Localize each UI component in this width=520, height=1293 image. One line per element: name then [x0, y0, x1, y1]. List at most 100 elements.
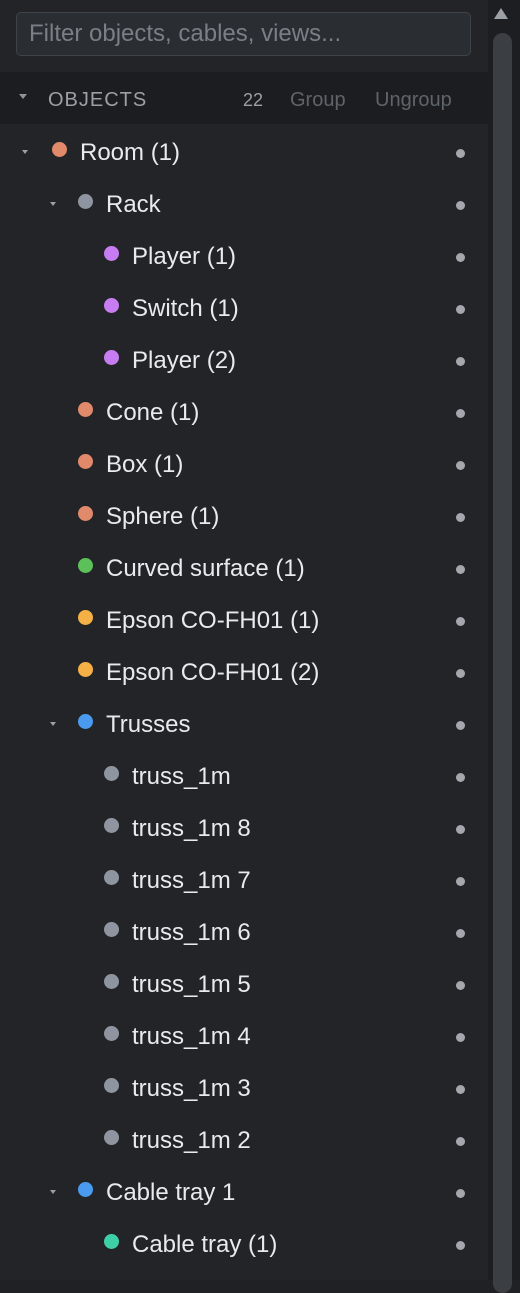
color-dot-icon: [104, 350, 119, 365]
visibility-dot-icon[interactable]: [456, 1085, 465, 1094]
color-dot-icon: [78, 506, 93, 521]
color-dot-icon: [52, 142, 67, 157]
tree-item[interactable]: Cone (1): [0, 388, 488, 440]
search-bar: [0, 0, 488, 70]
visibility-dot-icon[interactable]: [456, 149, 465, 158]
tree-item-label: truss_1m: [132, 763, 231, 790]
visibility-dot-icon[interactable]: [456, 1189, 465, 1198]
visibility-dot-icon[interactable]: [456, 513, 465, 522]
color-dot-icon: [78, 194, 93, 209]
tree-item[interactable]: Sphere (1): [0, 492, 488, 544]
color-dot-icon: [78, 714, 93, 729]
tree-item-label: Rack: [106, 191, 161, 218]
color-dot-icon: [78, 662, 93, 677]
tree-item-label: Epson CO-FH01 (1): [106, 607, 320, 634]
tree-item[interactable]: truss_1m 4: [0, 1012, 488, 1064]
visibility-dot-icon[interactable]: [456, 461, 465, 470]
color-dot-icon: [104, 870, 119, 885]
tree-item[interactable]: Box (1): [0, 440, 488, 492]
tree-item[interactable]: truss_1m 6: [0, 908, 488, 960]
tree-item[interactable]: Epson CO-FH01 (2): [0, 648, 488, 700]
visibility-dot-icon[interactable]: [456, 981, 465, 990]
color-dot-icon: [104, 246, 119, 261]
tree-item[interactable]: truss_1m 7: [0, 856, 488, 908]
tree-item-label: Cable tray (1): [132, 1231, 278, 1258]
visibility-dot-icon[interactable]: [456, 357, 465, 366]
tree-item[interactable]: truss_1m 5: [0, 960, 488, 1012]
visibility-dot-icon[interactable]: [456, 617, 465, 626]
scrollbar-thumb[interactable]: [493, 33, 512, 1293]
expand-caret-icon[interactable]: [50, 202, 56, 206]
tree-item-label: Room (1): [80, 139, 181, 166]
tree-item[interactable]: truss_1m 3: [0, 1064, 488, 1116]
visibility-dot-icon[interactable]: [456, 1137, 465, 1146]
color-dot-icon: [104, 766, 119, 781]
tree-item-label: Player (2): [132, 347, 237, 374]
visibility-dot-icon[interactable]: [456, 929, 465, 938]
visibility-dot-icon[interactable]: [456, 201, 465, 210]
tree-item-label: Cone (1): [106, 399, 200, 426]
ungroup-button[interactable]: Ungroup: [375, 72, 452, 128]
color-dot-icon: [78, 402, 93, 417]
tree-item-label: truss_1m 4: [132, 1023, 251, 1050]
tree-item-label: truss_1m 7: [132, 867, 251, 894]
visibility-dot-icon[interactable]: [456, 669, 465, 678]
color-dot-icon: [104, 1130, 119, 1145]
tree-item-label: Epson CO-FH01 (2): [106, 659, 320, 686]
visibility-dot-icon[interactable]: [456, 1033, 465, 1042]
visibility-dot-icon[interactable]: [456, 877, 465, 886]
objects-section-header[interactable]: OBJECTS 22 Group Ungroup: [0, 72, 488, 124]
tree-item[interactable]: Trusses: [0, 700, 488, 752]
object-tree: Room (1) Rack Player (1) Switch (1) Player (…: [0, 128, 488, 1272]
tree-item[interactable]: Player (2): [0, 336, 488, 388]
tree-item[interactable]: Cable tray (1): [0, 1220, 488, 1272]
tree-item[interactable]: Player (1): [0, 232, 488, 284]
tree-item-label: truss_1m 6: [132, 919, 251, 946]
tree-item[interactable]: Room (1): [0, 128, 488, 180]
tree-item-label: Box (1): [106, 451, 184, 478]
tree-item[interactable]: truss_1m: [0, 752, 488, 804]
color-dot-icon: [78, 1182, 93, 1197]
visibility-dot-icon[interactable]: [456, 721, 465, 730]
tree-item-label: Cable tray 1: [106, 1179, 236, 1206]
tree-item-label: truss_1m 2: [132, 1127, 251, 1154]
tree-item[interactable]: truss_1m 2: [0, 1116, 488, 1168]
tree-item-label: Sphere (1): [106, 503, 220, 530]
visibility-dot-icon[interactable]: [456, 305, 465, 314]
search-input[interactable]: [16, 12, 471, 56]
color-dot-icon: [104, 974, 119, 989]
visibility-dot-icon[interactable]: [456, 773, 465, 782]
collapse-caret-icon[interactable]: [19, 94, 27, 99]
color-dot-icon: [78, 558, 93, 573]
tree-item[interactable]: Epson CO-FH01 (1): [0, 596, 488, 648]
expand-caret-icon[interactable]: [50, 722, 56, 726]
color-dot-icon: [104, 818, 119, 833]
tree-item[interactable]: Rack: [0, 180, 488, 232]
color-dot-icon: [104, 1078, 119, 1093]
color-dot-icon: [78, 454, 93, 469]
tree-item[interactable]: Switch (1): [0, 284, 488, 336]
visibility-dot-icon[interactable]: [456, 825, 465, 834]
expand-caret-icon[interactable]: [50, 1190, 56, 1194]
tree-item[interactable]: Curved surface (1): [0, 544, 488, 596]
tree-item-label: Trusses: [106, 711, 191, 738]
visibility-dot-icon[interactable]: [456, 1241, 465, 1250]
color-dot-icon: [104, 922, 119, 937]
color-dot-icon: [104, 298, 119, 313]
tree-item[interactable]: Cable tray 1: [0, 1168, 488, 1220]
visibility-dot-icon[interactable]: [456, 565, 465, 574]
expand-caret-icon[interactable]: [22, 150, 28, 154]
object-count: 22: [243, 90, 264, 110]
color-dot-icon: [104, 1026, 119, 1041]
group-button[interactable]: Group: [290, 72, 346, 128]
tree-item-label: Curved surface (1): [106, 555, 305, 582]
visibility-dot-icon[interactable]: [456, 409, 465, 418]
color-dot-icon: [104, 1234, 119, 1249]
tree-item-label: Player (1): [132, 243, 237, 270]
tree-item[interactable]: truss_1m 8: [0, 804, 488, 856]
tree-item-label: truss_1m 8: [132, 815, 251, 842]
tree-item-label: Switch (1): [132, 295, 239, 322]
visibility-dot-icon[interactable]: [456, 253, 465, 262]
section-title: OBJECTS: [48, 89, 148, 111]
scroll-up-arrow-icon[interactable]: [494, 8, 508, 19]
